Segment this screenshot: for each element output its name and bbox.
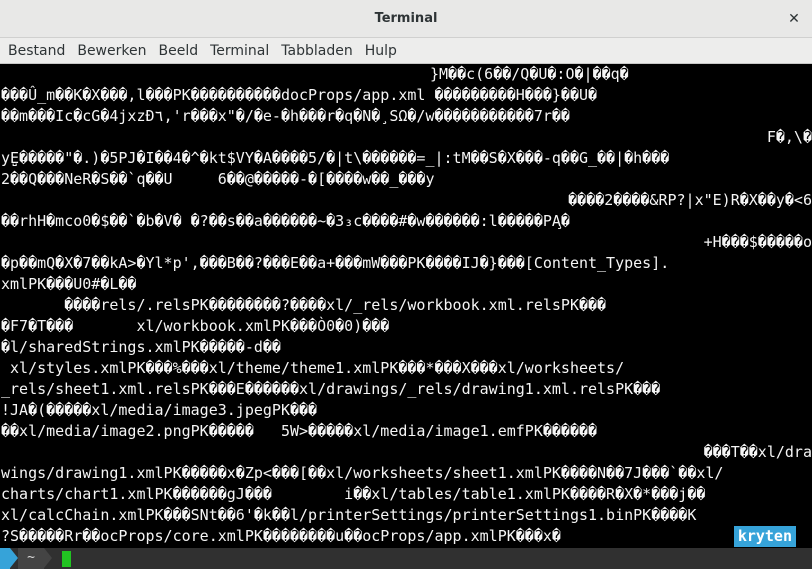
title-bar: Terminal ✕ <box>0 0 812 38</box>
prompt-directory: ~ <box>18 548 44 569</box>
terminal-line: }M��c(6��/Q�U�:O�|��q� <box>430 65 629 83</box>
terminal-line: ����rels/.relsPK��������?����xl/_rels/wo… <box>1 296 607 314</box>
terminal-line: 2��Q���NeR�S��`q��U 6��@�����-�[����w��_… <box>1 170 435 188</box>
window-title: Terminal <box>374 11 438 26</box>
terminal-line: wings/drawing1.xmlPK�����x�Zp<���[��xl/w… <box>1 464 724 482</box>
terminal-line: �p��mQ�X�7��kA>�Yl*p',���B��?���E��a+���… <box>1 254 670 272</box>
terminal-line: _rels/sheet1.xml.relsPK���E������xl/draw… <box>1 380 661 398</box>
terminal-line: �F7�T��� xl/workbook.xmlPK���Ò0�0)��� <box>1 317 390 335</box>
terminal-line: !JA�(�����xl/media/image3.jpegPK��� <box>1 401 318 419</box>
terminal-line: ����2����&RP?|x"E)R�X��y�<6 <box>568 191 812 209</box>
terminal-line: ���Û_m��K�X���,l���PK����������docProps/… <box>1 86 598 104</box>
terminal-line: charts/chart1.xmlPK������gJ��� i��xl/tab… <box>1 485 706 503</box>
terminal-line: F�,\� <box>766 128 812 146</box>
prompt-bar[interactable]: ~ <box>0 548 812 569</box>
hostname-badge: kryten <box>733 526 796 547</box>
terminal-line: ?S�����Rr��ocProps/core.xmlPK��������u��… <box>1 527 561 545</box>
terminal-line: xl/styles.xmlPK���%���xl/theme/theme1.xm… <box>1 359 625 377</box>
terminal-output[interactable]: }M��c(6��/Q�U�:O�|��q� ���Û_m��K�X���,l��… <box>0 64 812 548</box>
menu-beeld[interactable]: Beeld <box>152 38 204 64</box>
terminal-line: ��xl/media/image2.pngPK����� 5W>�����xl/… <box>1 422 598 440</box>
prompt-separator-arrow <box>44 548 52 568</box>
terminal-line: yE̺�����"�.)�5PJ�I��4�^�kt$VY�A����5/�|t… <box>1 149 670 167</box>
terminal-line: +H���$�����o <box>703 233 812 251</box>
terminal-line: xl/calcChain.xmlPK���SNt��6'�k��l/printe… <box>1 506 697 524</box>
menu-bestand[interactable]: Bestand <box>2 38 71 64</box>
terminal-line: xmlPK���U0#�L�� <box>1 275 137 293</box>
prompt-separator-arrow <box>10 548 18 568</box>
terminal-line: ���T��xl/dra <box>703 443 812 461</box>
terminal-line: �l/sharedStrings.xmlPK�����-d�� <box>1 338 281 356</box>
menu-tabbladen[interactable]: Tabbladen <box>275 38 358 64</box>
menu-terminal[interactable]: Terminal <box>204 38 275 64</box>
terminal-line: ��rhH�mco0�$��`�b�V� �?��s��a������~�3₃c… <box>1 212 570 230</box>
prompt-segment-start <box>0 548 10 569</box>
menu-bar: Bestand Bewerken Beeld Terminal Tabblade… <box>0 38 812 64</box>
menu-hulp[interactable]: Hulp <box>359 38 403 64</box>
close-icon[interactable]: ✕ <box>784 9 804 29</box>
menu-bewerken[interactable]: Bewerken <box>71 38 152 64</box>
text-cursor <box>62 551 71 567</box>
terminal-line: ��m���Ic�cG�4jxzĐ٦,'r���x"�/�e-�h���r�q�… <box>1 107 570 125</box>
